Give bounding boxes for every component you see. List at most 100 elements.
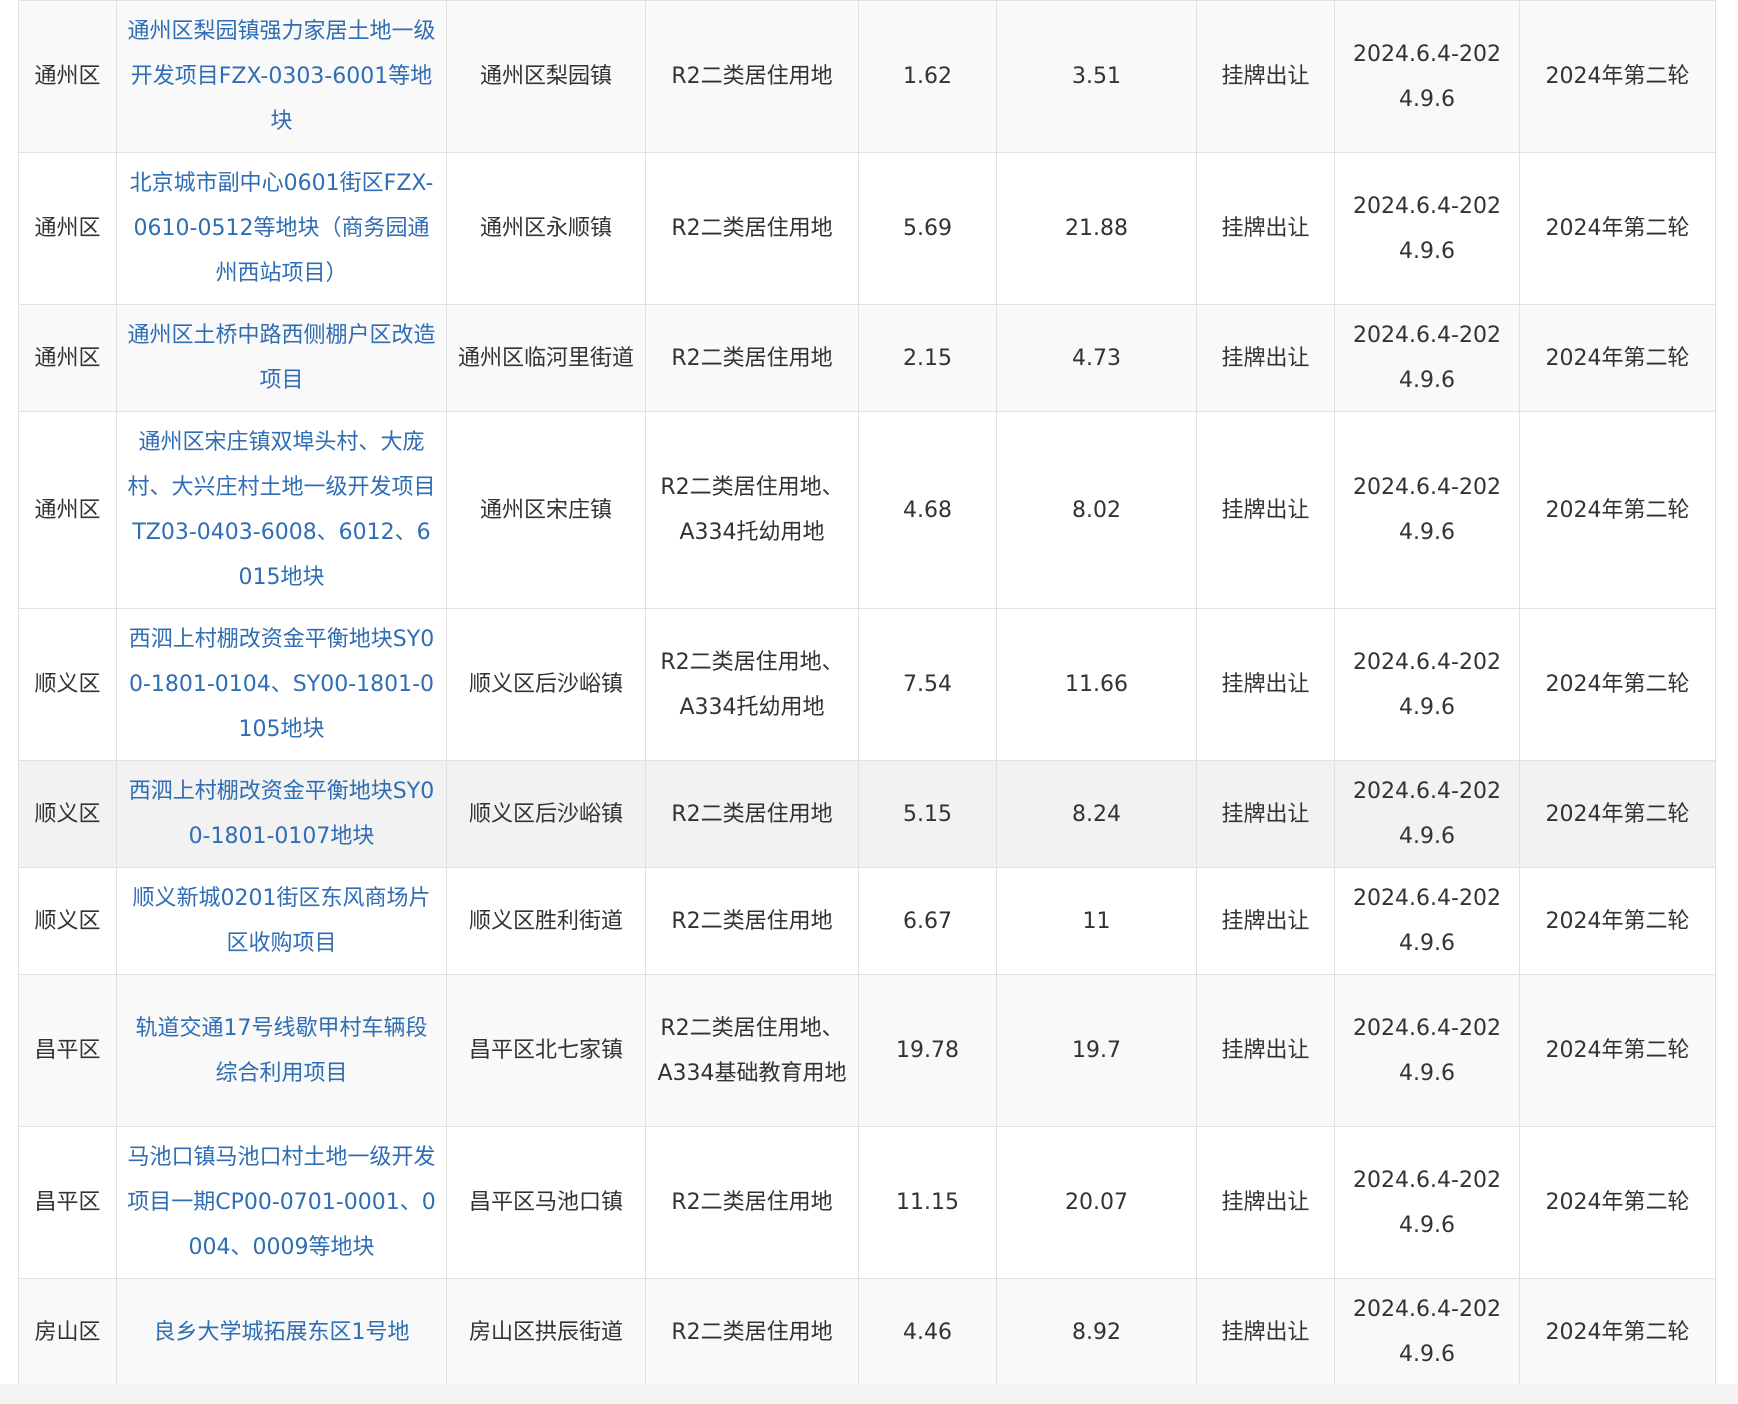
project-name-link[interactable]: 通州区宋庄镇双埠头村、大庞村、大兴庄村土地一级开发项目TZ03-0403-600… xyxy=(127,430,435,590)
transfer-method-cell: 挂牌出让 xyxy=(1196,760,1335,868)
district-cell: 顺义区 xyxy=(18,867,117,975)
listing-period-cell: 2024.6.4-2024.9.6 xyxy=(1334,867,1520,975)
project-name-link[interactable]: 轨道交通17号线歇甲村车辆段综合利用项目 xyxy=(136,1016,428,1086)
listing-period-cell: 2024.6.4-2024.9.6 xyxy=(1334,411,1520,609)
land-parcel-table-container: 通州区 通州区梨园镇强力家居土地一级开发项目FZX-0303-6001等地块 通州区… xyxy=(18,0,1716,1386)
transfer-method-cell: 挂牌出让 xyxy=(1196,0,1335,153)
district-cell: 通州区 xyxy=(18,304,117,412)
location-cell: 房山区拱辰街道 xyxy=(446,1278,646,1386)
location-cell: 顺义区后沙峪镇 xyxy=(446,760,646,868)
project-name-link[interactable]: 通州区土桥中路西侧棚户区改造项目 xyxy=(127,323,435,393)
listing-period-cell: 2024.6.4-2024.9.6 xyxy=(1334,152,1520,305)
land-use-cell: R2二类居住用地 xyxy=(645,1126,859,1279)
table-body: 通州区 通州区梨园镇强力家居土地一级开发项目FZX-0303-6001等地块 通州区… xyxy=(18,0,1716,1386)
table-row: 顺义区 顺义新城0201街区东风商场片区收购项目 顺义区胜利街道 R2二类居住用地 6.… xyxy=(18,867,1716,975)
location-cell: 通州区临河里街道 xyxy=(446,304,646,412)
area-cell: 19.78 xyxy=(858,974,997,1127)
land-use-cell: R2二类居住用地、A334托幼用地 xyxy=(645,411,859,609)
district-cell: 昌平区 xyxy=(18,974,117,1127)
project-name-cell: 西泗上村棚改资金平衡地块SY00-1801-0107地块 xyxy=(116,760,447,868)
transfer-method-cell: 挂牌出让 xyxy=(1196,411,1335,609)
table-row: 通州区 通州区梨园镇强力家居土地一级开发项目FZX-0303-6001等地块 通州区… xyxy=(18,0,1716,153)
location-cell: 通州区永顺镇 xyxy=(446,152,646,305)
project-name-cell: 马池口镇马池口村土地一级开发项目一期CP00-0701-0001、0004、00… xyxy=(116,1126,447,1279)
supply-round-cell: 2024年第二轮 xyxy=(1519,152,1716,305)
supply-round-cell: 2024年第二轮 xyxy=(1519,760,1716,868)
area-cell: 6.67 xyxy=(858,867,997,975)
land-use-cell: R2二类居住用地、A334基础教育用地 xyxy=(645,974,859,1127)
project-name-cell: 通州区梨园镇强力家居土地一级开发项目FZX-0303-6001等地块 xyxy=(116,0,447,153)
project-name-cell: 通州区土桥中路西侧棚户区改造项目 xyxy=(116,304,447,412)
listing-period-cell: 2024.6.4-2024.9.6 xyxy=(1334,974,1520,1127)
table-row: 通州区 通州区宋庄镇双埠头村、大庞村、大兴庄村土地一级开发项目TZ03-0403-… xyxy=(18,411,1716,609)
building-area-cell: 20.07 xyxy=(996,1126,1197,1279)
project-name-cell: 北京城市副中心0601街区FZX-0610-0512等地块（商务园通州西站项目） xyxy=(116,152,447,305)
district-cell: 顺义区 xyxy=(18,760,117,868)
location-cell: 通州区梨园镇 xyxy=(446,0,646,153)
supply-round-cell: 2024年第二轮 xyxy=(1519,867,1716,975)
listing-period-cell: 2024.6.4-2024.9.6 xyxy=(1334,1126,1520,1279)
district-cell: 通州区 xyxy=(18,0,117,153)
building-area-cell: 4.73 xyxy=(996,304,1197,412)
table-row: 通州区 通州区土桥中路西侧棚户区改造项目 通州区临河里街道 R2二类居住用地 2.15 4… xyxy=(18,304,1716,412)
project-name-cell: 轨道交通17号线歇甲村车辆段综合利用项目 xyxy=(116,974,447,1127)
district-cell: 房山区 xyxy=(18,1278,117,1386)
building-area-cell: 19.7 xyxy=(996,974,1197,1127)
building-area-cell: 8.02 xyxy=(996,411,1197,609)
area-cell: 5.69 xyxy=(858,152,997,305)
supply-round-cell: 2024年第二轮 xyxy=(1519,974,1716,1127)
area-cell: 4.68 xyxy=(858,411,997,609)
project-name-link[interactable]: 马池口镇马池口村土地一级开发项目一期CP00-0701-0001、0004、00… xyxy=(127,1145,435,1260)
project-name-cell: 西泗上村棚改资金平衡地块SY00-1801-0104、SY00-1801-010… xyxy=(116,608,447,761)
project-name-link[interactable]: 北京城市副中心0601街区FZX-0610-0512等地块（商务园通州西站项目） xyxy=(130,171,434,286)
supply-round-cell: 2024年第二轮 xyxy=(1519,608,1716,761)
table-row: 顺义区 西泗上村棚改资金平衡地块SY00-1801-0104、SY00-1801-… xyxy=(18,608,1716,761)
building-area-cell: 3.51 xyxy=(996,0,1197,153)
listing-period-cell: 2024.6.4-2024.9.6 xyxy=(1334,608,1520,761)
building-area-cell: 11.66 xyxy=(996,608,1197,761)
area-cell: 7.54 xyxy=(858,608,997,761)
location-cell: 顺义区胜利街道 xyxy=(446,867,646,975)
land-use-cell: R2二类居住用地、A334托幼用地 xyxy=(645,608,859,761)
project-name-link[interactable]: 顺义新城0201街区东风商场片区收购项目 xyxy=(133,886,431,956)
location-cell: 通州区宋庄镇 xyxy=(446,411,646,609)
land-use-cell: R2二类居住用地 xyxy=(645,867,859,975)
listing-period-cell: 2024.6.4-2024.9.6 xyxy=(1334,304,1520,412)
land-parcel-table: 通州区 通州区梨园镇强力家居土地一级开发项目FZX-0303-6001等地块 通州区… xyxy=(18,0,1716,1386)
building-area-cell: 8.24 xyxy=(996,760,1197,868)
listing-period-cell: 2024.6.4-2024.9.6 xyxy=(1334,0,1520,153)
district-cell: 通州区 xyxy=(18,411,117,609)
project-name-link[interactable]: 西泗上村棚改资金平衡地块SY00-1801-0104、SY00-1801-010… xyxy=(129,627,434,742)
transfer-method-cell: 挂牌出让 xyxy=(1196,152,1335,305)
area-cell: 4.46 xyxy=(858,1278,997,1386)
supply-round-cell: 2024年第二轮 xyxy=(1519,1278,1716,1386)
building-area-cell: 21.88 xyxy=(996,152,1197,305)
land-use-cell: R2二类居住用地 xyxy=(645,1278,859,1386)
area-cell: 5.15 xyxy=(858,760,997,868)
area-cell: 11.15 xyxy=(858,1126,997,1279)
land-use-cell: R2二类居住用地 xyxy=(645,304,859,412)
building-area-cell: 11 xyxy=(996,867,1197,975)
area-cell: 1.62 xyxy=(858,0,997,153)
project-name-link[interactable]: 良乡大学城拓展东区1号地 xyxy=(154,1320,410,1345)
building-area-cell: 8.92 xyxy=(996,1278,1197,1386)
project-name-cell: 通州区宋庄镇双埠头村、大庞村、大兴庄村土地一级开发项目TZ03-0403-600… xyxy=(116,411,447,609)
transfer-method-cell: 挂牌出让 xyxy=(1196,608,1335,761)
project-name-cell: 顺义新城0201街区东风商场片区收购项目 xyxy=(116,867,447,975)
transfer-method-cell: 挂牌出让 xyxy=(1196,1126,1335,1279)
project-name-link[interactable]: 西泗上村棚改资金平衡地块SY00-1801-0107地块 xyxy=(129,779,434,849)
table-row: 房山区 良乡大学城拓展东区1号地 房山区拱辰街道 R2二类居住用地 4.46 8.92 挂牌… xyxy=(18,1278,1716,1386)
table-row: 昌平区 轨道交通17号线歇甲村车辆段综合利用项目 昌平区北七家镇 R2二类居住用地、A… xyxy=(18,974,1716,1127)
location-cell: 顺义区后沙峪镇 xyxy=(446,608,646,761)
transfer-method-cell: 挂牌出让 xyxy=(1196,867,1335,975)
project-name-cell: 良乡大学城拓展东区1号地 xyxy=(116,1278,447,1386)
land-use-cell: R2二类居住用地 xyxy=(645,760,859,868)
page-footer-band xyxy=(0,1384,1738,1404)
project-name-link[interactable]: 通州区梨园镇强力家居土地一级开发项目FZX-0303-6001等地块 xyxy=(127,19,435,134)
land-use-cell: R2二类居住用地 xyxy=(645,152,859,305)
supply-round-cell: 2024年第二轮 xyxy=(1519,0,1716,153)
listing-period-cell: 2024.6.4-2024.9.6 xyxy=(1334,760,1520,868)
table-row: 通州区 北京城市副中心0601街区FZX-0610-0512等地块（商务园通州西站… xyxy=(18,152,1716,305)
district-cell: 昌平区 xyxy=(18,1126,117,1279)
transfer-method-cell: 挂牌出让 xyxy=(1196,1278,1335,1386)
